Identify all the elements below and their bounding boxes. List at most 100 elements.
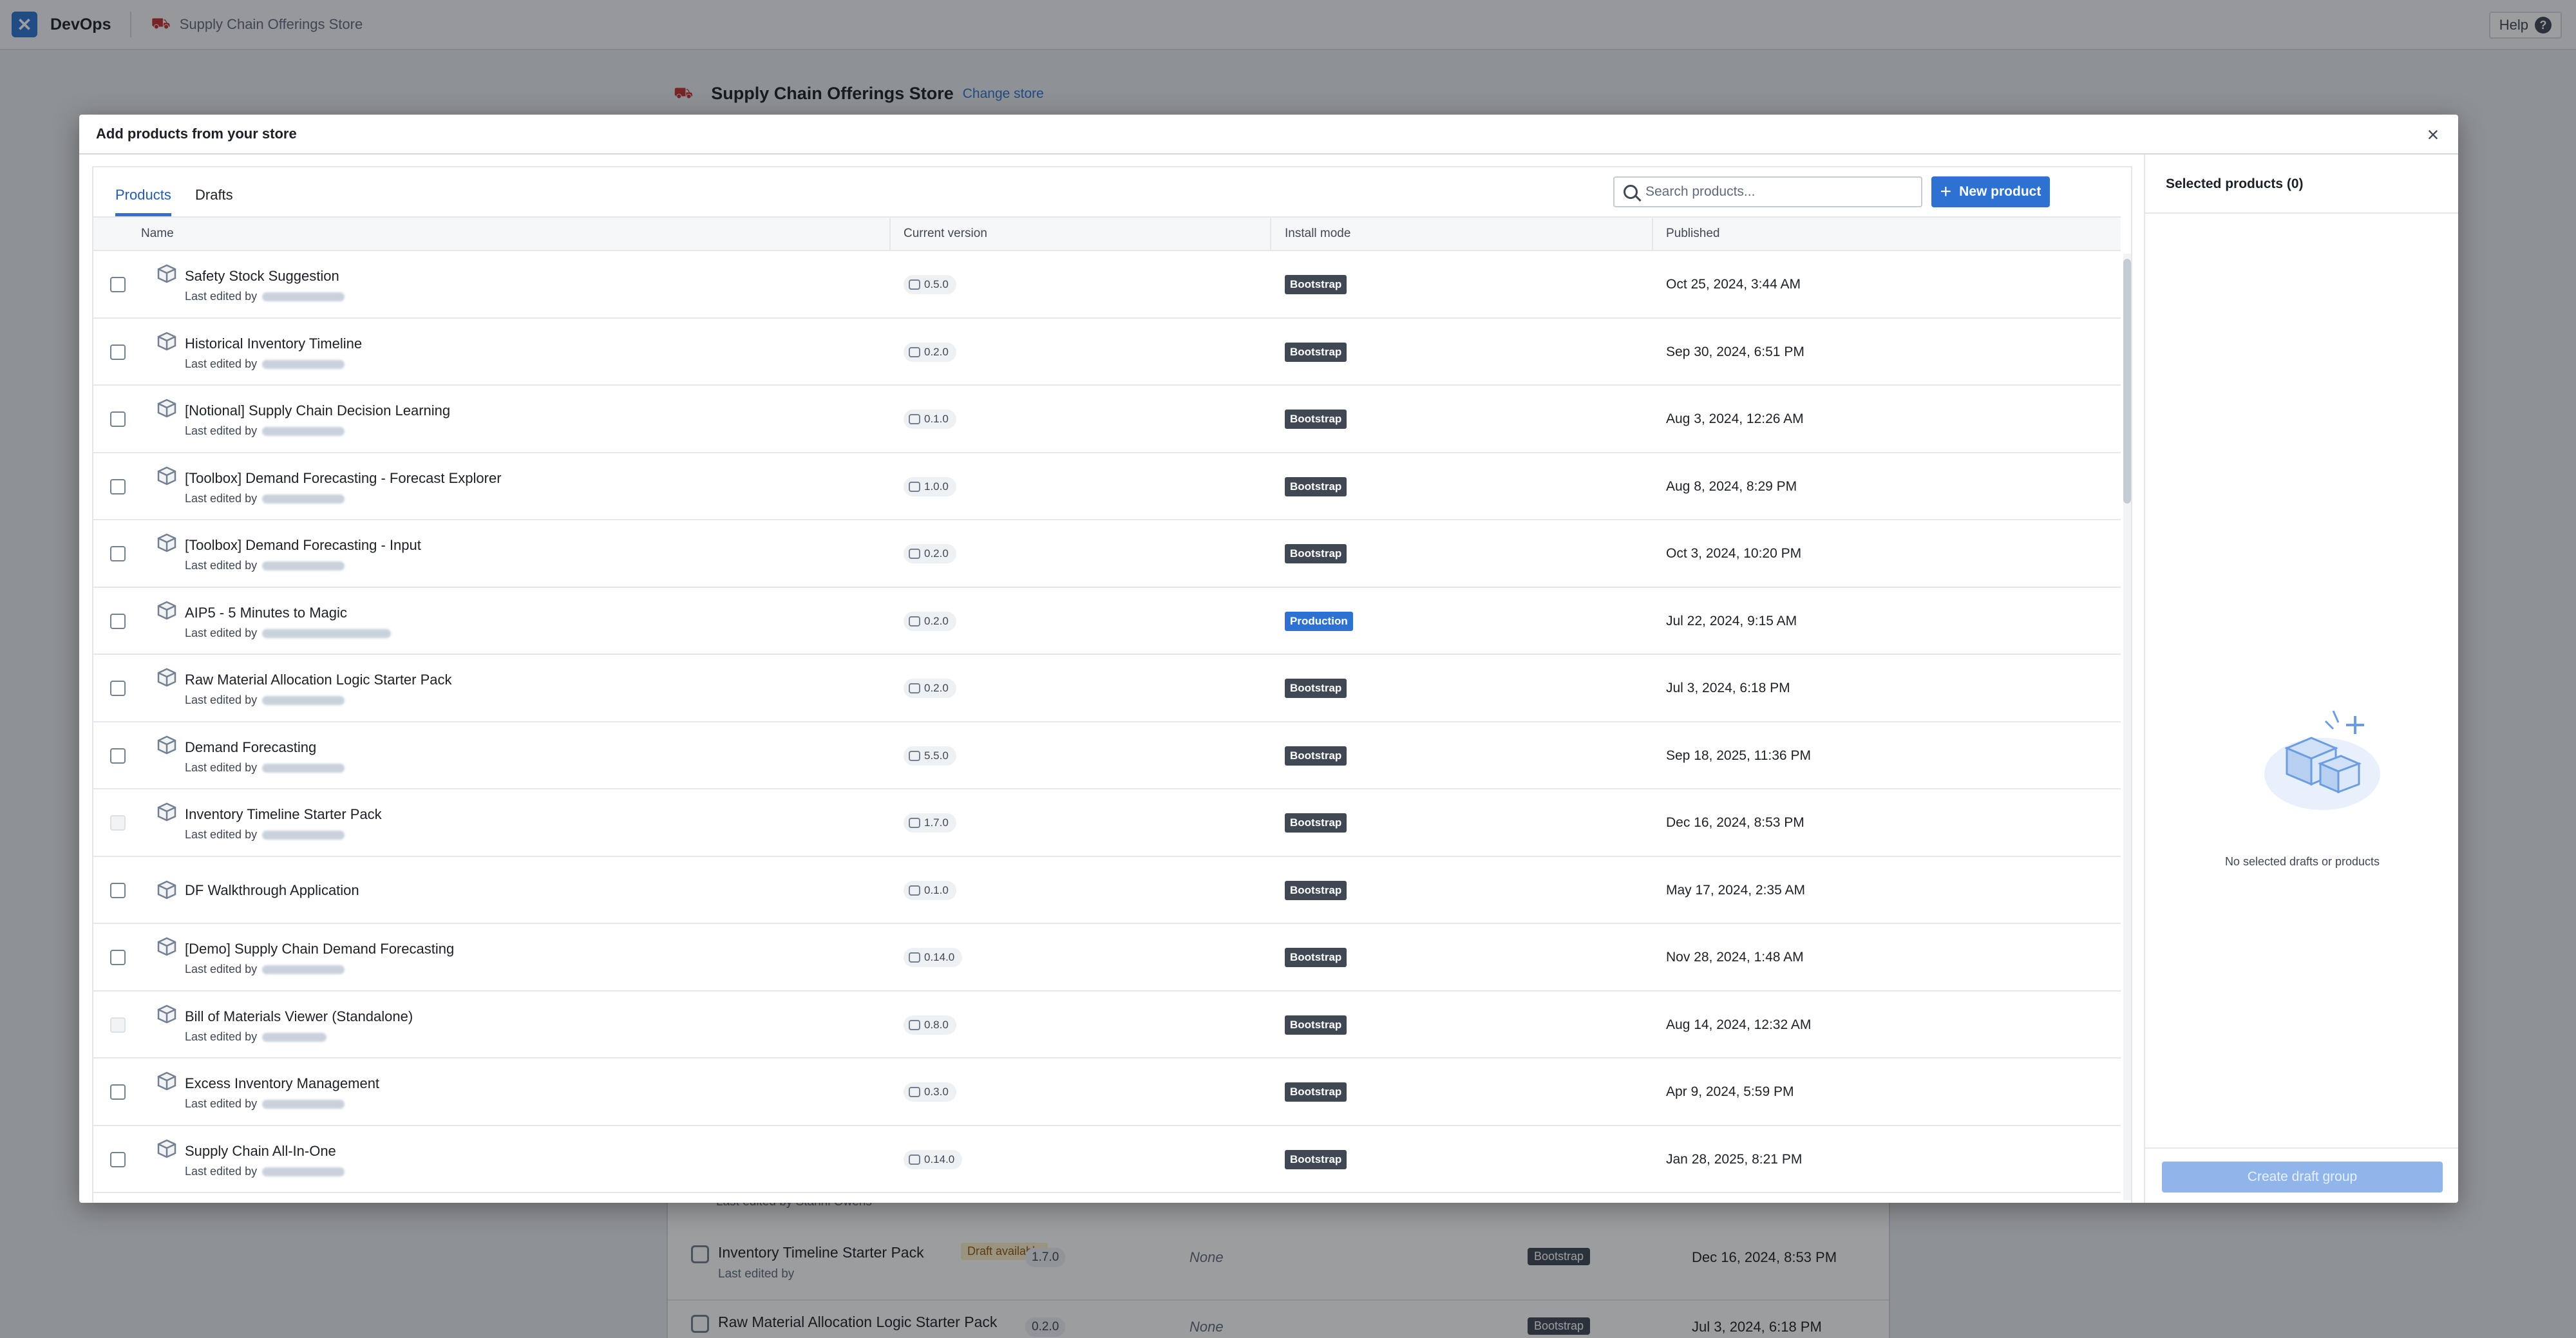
table-row[interactable]: Safety Stock Suggestion Last edited by 0.5…: [93, 251, 2121, 319]
product-name[interactable]: AIP5 - 5 Minutes to Magic: [185, 605, 347, 621]
version-number: 0.14.0: [924, 1153, 955, 1165]
cube-icon: [156, 1004, 177, 1024]
last-edited-label: Last edited by: [185, 290, 258, 303]
table-scrollbar[interactable]: [2123, 254, 2131, 1200]
last-edited: Last edited by: [185, 357, 345, 371]
column-divider[interactable]: [889, 218, 891, 250]
version-icon: [909, 414, 920, 425]
product-name[interactable]: DF Walkthrough Application: [185, 882, 359, 899]
scrollbar-thumb[interactable]: [2123, 259, 2131, 504]
product-name[interactable]: Historical Inventory Timeline: [185, 335, 362, 352]
last-edited: Last edited by: [185, 828, 345, 842]
empty-boxes-icon: [2264, 710, 2380, 810]
cube-icon: [156, 332, 177, 351]
search-box[interactable]: [1613, 176, 1922, 207]
row-checkbox[interactable]: [110, 1084, 126, 1100]
install-mode-tag: Bootstrap: [1285, 746, 1347, 766]
version-number: 0.14.0: [924, 951, 955, 964]
table-row[interactable]: Historical Inventory Timeline Last edited…: [93, 319, 2121, 386]
tab-bar: Products Drafts + New product: [93, 167, 2131, 216]
product-name[interactable]: Bill of Materials Viewer (Standalone): [185, 1008, 413, 1025]
table-header: Name Current version Install mode Publis…: [93, 216, 2121, 251]
row-checkbox[interactable]: [110, 277, 126, 293]
table-row[interactable]: Excess Inventory Management Last edited b…: [93, 1059, 2121, 1126]
table-row[interactable]: [Demo] Supply Chain Demand Forecasting La…: [93, 924, 2121, 992]
published-date: Oct 25, 2024, 3:44 AM: [1666, 277, 1801, 292]
row-checkbox[interactable]: [110, 882, 126, 898]
table-row[interactable]: Bill of Materials Viewer (Standalone) Las…: [93, 992, 2121, 1059]
table-row[interactable]: Inventory Timeline Starter Pack Last edit…: [93, 789, 2121, 857]
column-header-name[interactable]: Name: [141, 218, 174, 250]
product-name[interactable]: [Notional] Supply Chain Decision Learnin…: [185, 402, 450, 419]
published-date: Oct 3, 2024, 10:20 PM: [1666, 546, 1802, 561]
create-draft-group-button[interactable]: Create draft group: [2162, 1162, 2443, 1192]
version-number: 0.1.0: [924, 883, 949, 896]
table-row[interactable]: Raw Material Allocation Logic Starter Pa…: [93, 655, 2121, 722]
version-icon: [909, 1087, 920, 1098]
plus-icon: +: [1940, 181, 1952, 202]
products-pane: Products Drafts + New product Name Curre…: [92, 166, 2132, 1203]
last-edited-label: Last edited by: [185, 559, 258, 572]
table-row[interactable]: [Toolbox] Demand Forecasting - Input Last…: [93, 520, 2121, 588]
version-number: 0.2.0: [924, 682, 949, 695]
product-name[interactable]: Safety Stock Suggestion: [185, 268, 339, 285]
selected-title: Selected products (0): [2166, 176, 2304, 191]
product-name[interactable]: Demand Forecasting: [185, 739, 316, 756]
redacted-editor-name: [262, 359, 345, 369]
column-divider[interactable]: [1652, 218, 1653, 250]
last-edited: Last edited by: [185, 627, 392, 640]
selected-products-pane: Selected products (0) No selected drafts…: [2144, 155, 2458, 1203]
version-tag: 0.3.0: [904, 1082, 956, 1102]
cube-icon: [156, 533, 177, 552]
product-name[interactable]: Inventory Timeline Starter Pack: [185, 806, 382, 823]
column-header-version[interactable]: Current version: [904, 218, 987, 250]
column-header-published[interactable]: Published: [1666, 218, 1719, 250]
install-mode-tag: Bootstrap: [1285, 1015, 1347, 1035]
table-row[interactable]: [Toolbox] Demand Forecasting - Forecast …: [93, 453, 2121, 520]
column-divider[interactable]: [1270, 218, 1271, 250]
table-row[interactable]: DF Walkthrough Application 0.1.0 Bootstrap…: [93, 857, 2121, 924]
row-checkbox[interactable]: [110, 478, 126, 495]
last-edited-label: Last edited by: [185, 1030, 258, 1043]
row-checkbox[interactable]: [110, 681, 126, 697]
version-tag: 0.14.0: [904, 1149, 963, 1169]
selected-header: Selected products (0): [2145, 155, 2458, 214]
product-name[interactable]: [Toolbox] Demand Forecasting - Input: [185, 537, 421, 554]
close-icon[interactable]: ×: [2421, 122, 2445, 147]
search-input[interactable]: [1645, 184, 1903, 200]
published-date: Nov 28, 2024, 1:48 AM: [1666, 950, 1804, 965]
install-mode-tag: Bootstrap: [1285, 544, 1347, 564]
row-checkbox[interactable]: [110, 950, 126, 966]
table-row[interactable]: AIP5 - 5 Minutes to Magic Last edited by 0…: [93, 588, 2121, 655]
cube-icon: [156, 1139, 177, 1158]
product-name[interactable]: Raw Material Allocation Logic Starter Pa…: [185, 672, 452, 688]
row-checkbox[interactable]: [110, 546, 126, 562]
row-checkbox[interactable]: [110, 748, 126, 764]
product-name[interactable]: Excess Inventory Management: [185, 1075, 379, 1092]
published-date: Dec 16, 2024, 8:53 PM: [1666, 815, 1804, 831]
new-product-button[interactable]: + New product: [1931, 176, 2050, 207]
table-row[interactable]: Demand Forecasting Last edited by 5.5.0 Boo…: [93, 722, 2121, 789]
version-icon: [909, 750, 920, 761]
version-number: 0.2.0: [924, 345, 949, 358]
column-header-install-mode[interactable]: Install mode: [1285, 218, 1350, 250]
tab-products[interactable]: Products: [115, 179, 171, 216]
row-checkbox[interactable]: [110, 613, 126, 629]
product-name[interactable]: [Demo] Supply Chain Demand Forecasting: [185, 941, 454, 957]
new-product-label: New product: [1959, 184, 2041, 199]
cube-icon: [156, 601, 177, 620]
product-name[interactable]: [Toolbox] Demand Forecasting - Forecast …: [185, 470, 502, 487]
last-edited: Last edited by: [185, 693, 345, 707]
last-edited: Last edited by: [185, 424, 345, 438]
install-mode-tag: Bootstrap: [1285, 1082, 1347, 1102]
table-row[interactable]: [Notional] Supply Chain Decision Learnin…: [93, 386, 2121, 453]
last-edited: Last edited by: [185, 290, 345, 303]
table-row[interactable]: Supply Chain All-In-One Last edited by 0.1…: [93, 1126, 2121, 1193]
row-checkbox[interactable]: [110, 344, 126, 360]
product-name[interactable]: Supply Chain All-In-One: [185, 1143, 336, 1160]
tab-drafts[interactable]: Drafts: [195, 179, 233, 216]
products-table-body: Safety Stock Suggestion Last edited by 0.5…: [93, 251, 2121, 1198]
row-checkbox[interactable]: [110, 1151, 126, 1167]
row-checkbox[interactable]: [110, 411, 126, 428]
redacted-editor-name: [262, 494, 345, 504]
